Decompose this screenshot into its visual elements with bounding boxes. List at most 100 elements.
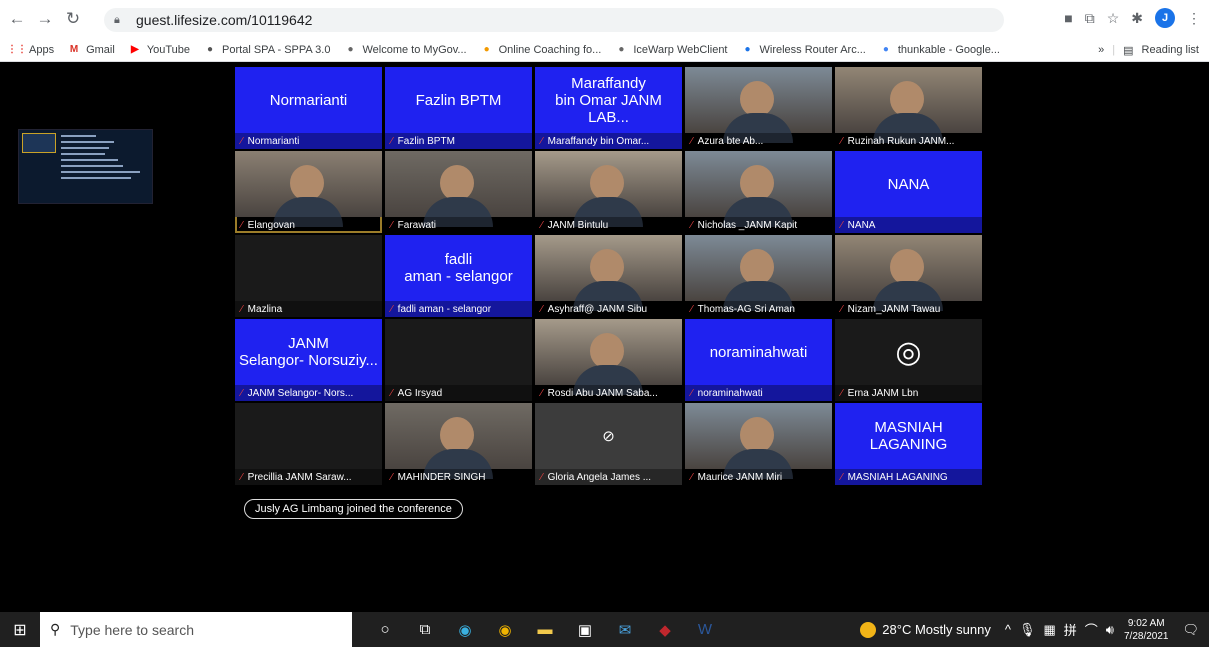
participant-tile[interactable]: JANM Selangor- Norsuziy... ⁄ JANM Selangor… bbox=[235, 319, 382, 401]
participant-tile[interactable]: ⁄ Elangovan bbox=[235, 151, 382, 233]
tray-app-icon[interactable]: ▦ bbox=[1043, 622, 1055, 638]
system-tray: 28°C Mostly sunny ^ 🎙︎ ▦ 拼 ⌒ 🔊︎ 9:02 AM … bbox=[860, 612, 1209, 647]
slide-text-lines bbox=[61, 135, 149, 183]
extensions-icon[interactable]: ✱ bbox=[1131, 10, 1143, 27]
mail-icon[interactable]: ✉ bbox=[610, 615, 640, 645]
participant-tile[interactable]: ◎ ⁄ Erna JANM Lbn bbox=[835, 319, 982, 401]
participant-tile[interactable]: ⁄ Nizam_JANM Tawau bbox=[835, 235, 982, 317]
edge-icon[interactable]: ◉ bbox=[450, 615, 480, 645]
muted-mic-icon: ⁄ bbox=[391, 135, 393, 147]
muted-mic-icon: ⁄ bbox=[541, 471, 543, 483]
participant-display-name: NANA bbox=[887, 175, 930, 193]
volume-icon[interactable]: 🔊︎ bbox=[1106, 622, 1114, 638]
participant-tile[interactable]: ⁄ MAHINDER SINGH bbox=[385, 403, 532, 485]
participant-tile[interactable]: ⁄ JANM Bintulu bbox=[535, 151, 682, 233]
navigation-bar: ← → ↻ 🔒︎ guest.lifesize.com/10119642 ■ ⧉… bbox=[0, 0, 1209, 38]
participant-tile[interactable]: noraminahwati ⁄ noraminahwati bbox=[685, 319, 832, 401]
participant-name-bar: ⁄ Maurice JANM Miri bbox=[685, 469, 832, 485]
participant-tile[interactable]: Fazlin BPTM ⁄ Fazlin BPTM bbox=[385, 67, 532, 149]
shared-content-thumbnail[interactable] bbox=[18, 129, 153, 204]
muted-mic-icon: ⁄ bbox=[691, 471, 693, 483]
bookmark-item[interactable]: ⋮⋮ Apps bbox=[7, 43, 54, 57]
store-icon[interactable]: ▣ bbox=[570, 615, 600, 645]
participant-tile[interactable]: fadli aman - selangor ⁄ fadli aman - selan… bbox=[385, 235, 532, 317]
profile-avatar[interactable]: J bbox=[1155, 8, 1175, 28]
task-view-icon[interactable]: ⧉ bbox=[410, 615, 440, 645]
participant-label: JANM Selangor- Nors... bbox=[247, 387, 354, 399]
chrome-icon[interactable]: ◉ bbox=[490, 615, 520, 645]
participant-tile[interactable]: ⁄ Ruzinah Rukun JANM... bbox=[835, 67, 982, 149]
participant-tile[interactable]: ⁄ Azura bte Ab... bbox=[685, 67, 832, 149]
participant-tile[interactable]: NANA ⁄ NANA bbox=[835, 151, 982, 233]
participant-tile[interactable]: ⁄ Maurice JANM Miri bbox=[685, 403, 832, 485]
bookmark-item[interactable]: ● Welcome to MyGov... bbox=[343, 43, 466, 57]
participant-tile[interactable]: ⁄ Precillia JANM Saraw... bbox=[235, 403, 382, 485]
participant-tile[interactable]: ⁄ Nicholas _JANM Kapit bbox=[685, 151, 832, 233]
file-explorer-icon[interactable]: ▬ bbox=[530, 615, 560, 645]
participant-label: Nicholas _JANM Kapit bbox=[697, 219, 798, 231]
person-silhouette bbox=[440, 165, 474, 201]
participant-tile[interactable]: MASNIAH LAGANING ⁄ MASNIAH LAGANING bbox=[835, 403, 982, 485]
muted-mic-icon: ⁄ bbox=[241, 219, 243, 231]
notifications-icon[interactable]: 🗨︎ bbox=[1182, 622, 1199, 638]
participant-label: Maraffandy bin Omar... bbox=[547, 135, 650, 147]
video-feed bbox=[235, 151, 382, 227]
bookmark-item[interactable]: ▶ YouTube bbox=[128, 43, 190, 57]
participant-name-bar: ⁄ noraminahwati bbox=[685, 385, 832, 401]
participant-label: MAHINDER SINGH bbox=[397, 471, 486, 483]
coaching-icon: ● bbox=[483, 44, 490, 55]
address-bar[interactable]: 🔒︎ guest.lifesize.com/10119642 bbox=[104, 8, 1004, 32]
participant-tile[interactable]: ⊘ ⁄ Gloria Angela James ... bbox=[535, 403, 682, 485]
bookmark-star-icon[interactable]: ☆ bbox=[1107, 10, 1120, 27]
participant-tile[interactable]: ⁄ Asyhraff@ JANM Sibu bbox=[535, 235, 682, 317]
camera-icon[interactable]: ■ bbox=[1064, 10, 1072, 26]
muted-mic-icon: ⁄ bbox=[541, 219, 543, 231]
participant-name-bar: ⁄ AG Irsyad bbox=[385, 385, 532, 401]
participant-tile[interactable]: ⁄ AG Irsyad bbox=[385, 319, 532, 401]
more-bookmarks-icon[interactable]: » bbox=[1098, 44, 1104, 56]
windows-taskbar: ⊞ ⚲ Type here to search ○ ⧉ ◉ ◉ ▬ ▣ ✉ ◆ … bbox=[0, 612, 1209, 647]
ime-icon[interactable]: 拼 bbox=[1064, 620, 1077, 639]
participant-label: JANM Bintulu bbox=[547, 219, 609, 231]
participant-tile[interactable]: ⁄ Mazlina bbox=[235, 235, 382, 317]
conference-stage: Normarianti ⁄ Normarianti Fazlin BPTM ⁄ Fazli… bbox=[0, 62, 1209, 612]
bookmark-item[interactable]: ● Wireless Router Arc... bbox=[741, 43, 865, 57]
reload-icon[interactable]: ↻ bbox=[62, 8, 84, 30]
chevron-up-icon[interactable]: ^ bbox=[1005, 622, 1011, 637]
muted-mic-icon: ⁄ bbox=[691, 387, 693, 399]
muted-mic-icon: ⁄ bbox=[391, 471, 393, 483]
sun-icon bbox=[860, 621, 877, 638]
participant-tile[interactable]: ⁄ Rosdi Abu JANM Saba... bbox=[535, 319, 682, 401]
forward-arrow-icon[interactable]: → bbox=[34, 8, 56, 30]
microphone-icon[interactable]: 🎙︎ bbox=[1019, 622, 1036, 638]
clock[interactable]: 9:02 AM 7/28/2021 bbox=[1124, 617, 1169, 643]
participant-tile[interactable]: ⁄ Farawati bbox=[385, 151, 532, 233]
taskbar-search[interactable]: ⚲ Type here to search bbox=[40, 612, 352, 647]
person-silhouette bbox=[740, 81, 774, 117]
bookmark-item[interactable]: ● thunkable - Google... bbox=[879, 43, 1000, 57]
share-icon[interactable]: ⧉ bbox=[1085, 10, 1095, 27]
windows-start-icon[interactable]: ⊞ bbox=[0, 612, 40, 647]
bookmark-item[interactable]: ● Online Coaching fo... bbox=[480, 43, 602, 57]
person-silhouette bbox=[440, 417, 474, 453]
bookmark-item[interactable]: ● IceWarp WebClient bbox=[614, 43, 727, 57]
participant-tile[interactable]: Normarianti ⁄ Normarianti bbox=[235, 67, 382, 149]
youtube-icon: ▶ bbox=[130, 44, 139, 55]
participant-tile[interactable]: Maraffandy bin Omar JANM LAB... ⁄ Maraffan… bbox=[535, 67, 682, 149]
menu-kebab-icon[interactable]: ⋮ bbox=[1187, 10, 1201, 27]
cortana-icon[interactable]: ○ bbox=[370, 615, 400, 645]
bookmark-item[interactable]: M Gmail bbox=[67, 43, 115, 57]
participant-name-bar: ⁄ JANM Bintulu bbox=[535, 217, 682, 233]
muted-mic-icon: ⁄ bbox=[541, 303, 543, 315]
participant-name-bar: ⁄ Gloria Angela James ... bbox=[535, 469, 682, 485]
mcafee-icon[interactable]: ◆ bbox=[650, 615, 680, 645]
wifi-icon[interactable]: ⌒ bbox=[1085, 620, 1098, 639]
participant-tile[interactable]: ⁄ Thomas-AG Sri Aman bbox=[685, 235, 832, 317]
camera-off-icon: ⊘ bbox=[602, 427, 615, 445]
bookmark-item[interactable]: ● Portal SPA - SPPA 3.0 bbox=[203, 43, 330, 57]
word-icon[interactable]: W bbox=[690, 615, 720, 645]
weather-widget[interactable]: 28°C Mostly sunny bbox=[860, 621, 991, 638]
google-icon: ● bbox=[882, 44, 889, 55]
reading-list-label[interactable]: Reading list bbox=[1142, 44, 1199, 56]
back-arrow-icon[interactable]: ← bbox=[6, 8, 28, 30]
